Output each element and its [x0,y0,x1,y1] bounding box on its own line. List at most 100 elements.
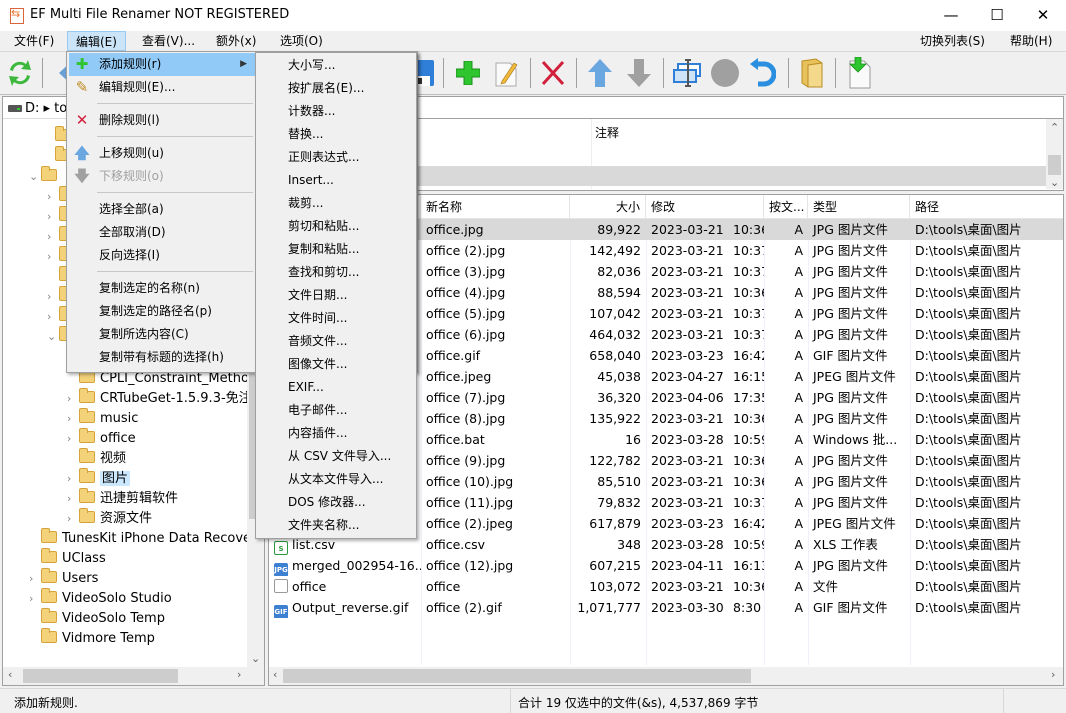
expand-icon[interactable]: › [47,307,59,327]
menu-help[interactable]: 帮助(H) [1002,31,1060,51]
rename-button[interactable] [670,56,704,90]
scroll-down-icon[interactable]: ⌄ [251,652,260,665]
menu-extra[interactable]: 额外(x) [208,31,264,51]
expand-icon[interactable]: › [29,589,41,609]
add-rule-submenu-item[interactable]: 从 CSV 文件导入... [258,445,414,468]
add-rule-submenu-item[interactable]: 复制和粘贴... [258,238,414,261]
scroll-right-icon[interactable]: › [237,668,241,681]
record-button[interactable] [708,56,742,90]
add-rule-submenu-item[interactable]: 文件夹名称... [258,514,414,537]
scroll-down-icon[interactable]: ⌄ [1050,176,1059,189]
expand-icon[interactable]: › [47,247,59,267]
add-rule-submenu-item[interactable]: 电子邮件... [258,399,414,422]
column-new-name[interactable]: 新名称 [421,195,570,219]
expand-icon[interactable]: ⌄ [47,327,59,347]
files-horizontal-scroll-thumb[interactable] [283,669,751,683]
move-down-button[interactable] [622,56,656,90]
tree-item[interactable]: › 图片 [67,468,131,489]
move-up-button[interactable] [583,56,617,90]
file-row[interactable]: GIF Output_reverse.gif office (2).gif 1,071… [269,597,1063,618]
refresh-button[interactable] [3,56,37,90]
tree-horizontal-scrollbar[interactable]: ‹ › [3,667,264,685]
tree-item[interactable]: › music [67,408,138,429]
expand-icon[interactable]: › [67,409,79,429]
tree-item[interactable]: › Users [29,568,98,589]
expand-icon[interactable]: › [67,389,79,409]
add-rule-submenu-item[interactable]: 剪切和粘贴... [258,215,414,238]
tree-horizontal-scroll-thumb[interactable] [23,669,178,683]
add-rule-submenu-item[interactable]: 裁剪... [258,192,414,215]
delete-rule-button[interactable] [536,56,570,90]
menu-toggle-list[interactable]: 切换列表(S) [912,31,993,51]
edit-menu-item[interactable]: 复制所选内容(C) [69,323,255,346]
add-rule-submenu-item[interactable]: 文件日期... [258,284,414,307]
column-size[interactable]: 大小 [570,195,646,219]
edit-menu-item[interactable]: ✎ 编辑规则(E)... [69,76,255,99]
expand-icon[interactable]: › [29,569,41,589]
tree-item[interactable]: UClass [29,548,106,569]
maximize-button[interactable]: ☐ [974,0,1020,31]
file-row[interactable]: JPG merged_002954-16... office (12).jpg 607… [269,555,1063,576]
rules-column-note[interactable]: 注释 [595,124,619,141]
edit-menu-item[interactable]: 🡇 下移规则(o) [69,165,255,188]
edit-menu-item[interactable]: 全部取消(D) [69,221,255,244]
expand-icon[interactable]: › [67,429,79,449]
expand-icon[interactable]: › [67,509,79,529]
scroll-right-icon[interactable]: › [1051,668,1055,681]
edit-menu-item[interactable]: 反向选择(I) [69,244,255,267]
menu-edit[interactable]: 编辑(E) [67,31,126,51]
add-rule-submenu-item[interactable]: 图像文件... [258,353,414,376]
expand-icon[interactable]: ⌄ [29,167,41,187]
add-rule-submenu-item[interactable]: 按扩展名(E)... [258,77,414,100]
edit-menu-item[interactable]: 复制选定的名称(n) [69,277,255,300]
import-button[interactable] [842,56,876,90]
add-rule-submenu-item[interactable]: EXIF... [258,376,414,399]
tree-item[interactable]: › 迅捷剪辑软件 [67,488,178,509]
close-button[interactable]: ✕ [1020,0,1066,31]
files-horizontal-scrollbar[interactable]: ‹ › [269,667,1063,685]
scroll-left-icon[interactable]: ‹ [273,668,277,681]
menu-view[interactable]: 查看(V)... [134,31,203,51]
tree-item[interactable]: 视频 [67,448,126,469]
tree-item[interactable]: › VideoSolo Studio [29,588,172,609]
add-rule-submenu-item[interactable]: 正则表达式... [258,146,414,169]
rules-vertical-scrollbar[interactable]: ⌃ ⌄ [1046,119,1063,189]
file-row[interactable]: office office 103,072 2023-03-21 10:36 A 文件 D:\… [269,576,1063,597]
edit-menu-item[interactable]: ✕ 删除规则(l) [69,109,255,132]
tree-item[interactable]: ⌄ [29,166,62,187]
minimize-button[interactable]: — [928,0,974,31]
column-modified[interactable]: 修改 [646,195,764,219]
add-rule-submenu-item[interactable]: 大小写... [258,54,414,77]
add-rule-submenu-item[interactable]: 音频文件... [258,330,414,353]
rules-scroll-thumb[interactable] [1048,155,1061,175]
edit-rule-button[interactable] [490,56,524,90]
tree-item[interactable]: TunesKit iPhone Data Recovery [29,528,264,549]
expand-icon[interactable]: › [47,207,59,227]
add-rule-submenu-item[interactable]: 替换... [258,123,414,146]
tree-item[interactable]: VideoSolo Temp [29,608,165,629]
add-rule-button[interactable] [451,56,485,90]
edit-menu-item[interactable]: 🡅 上移规则(u) [69,142,255,165]
scroll-up-icon[interactable]: ⌃ [1050,121,1059,134]
scroll-left-icon[interactable]: ‹ [8,668,12,681]
tree-item[interactable]: Vidmore Temp [29,628,155,649]
add-rule-submenu-item[interactable]: Insert... [258,169,414,192]
add-rule-submenu-item[interactable]: 内容插件... [258,422,414,445]
edit-menu-item[interactable]: 复制选定的路径名(p) [69,300,255,323]
add-rule-submenu-item[interactable]: 查找和剪切... [258,261,414,284]
edit-menu-item[interactable]: 复制带有标题的选择(h) [69,346,255,369]
edit-menu-item[interactable]: ✚ 添加规则(r) ▶ [69,53,255,76]
menu-options[interactable]: 选项(O) [272,31,331,51]
add-rule-submenu-item[interactable]: 从文本文件导入... [258,468,414,491]
add-rule-submenu-item[interactable]: 计数器... [258,100,414,123]
tree-item[interactable]: › CRTubeGet-1.5.9.3-免注册 [67,388,265,409]
open-folder-button[interactable] [795,56,829,90]
add-rule-submenu-item[interactable]: 文件时间... [258,307,414,330]
tree-item[interactable]: › office [67,428,136,449]
column-attr[interactable]: 按文... [764,195,808,219]
column-path[interactable]: 路径 [910,195,1063,219]
expand-icon[interactable]: › [67,489,79,509]
add-rule-submenu-item[interactable]: DOS 修改器... [258,491,414,514]
menu-file[interactable]: 文件(F) [6,31,62,51]
column-type[interactable]: 类型 [808,195,910,219]
